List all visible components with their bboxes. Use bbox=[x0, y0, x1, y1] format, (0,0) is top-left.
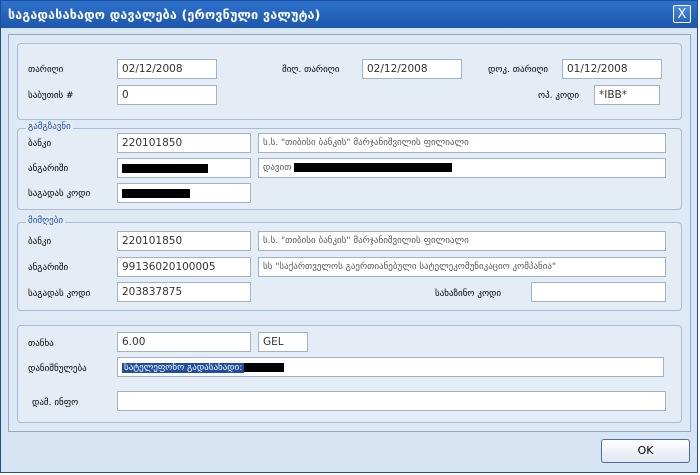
receiver-account-field[interactable]: 99136020100005 bbox=[117, 257, 251, 277]
redacted-block bbox=[122, 163, 208, 173]
close-icon: X bbox=[677, 7, 687, 22]
doc-date-label: დოკ. თარიღი bbox=[488, 65, 549, 75]
receiver-bank-label: ბანკი bbox=[28, 237, 52, 247]
purpose-field[interactable]: სატელეფონო გადასახადი: bbox=[117, 357, 664, 377]
receiver-bank-name-field[interactable]: ს.ს. "თიბისი ბანკის" მარჯანიშვილის ფილია… bbox=[258, 231, 666, 251]
title-bar[interactable]: საგადასახადო დავალება (ეროვნული ვალუტა) … bbox=[1, 1, 697, 28]
redacted-block bbox=[244, 362, 285, 372]
receiver-tax-code-label: საგადას კოდი bbox=[28, 289, 91, 299]
sender-bank-label: ბანკი bbox=[28, 139, 52, 149]
date-field[interactable]: 02/12/2008 bbox=[117, 59, 217, 79]
extra-info-label: დამ. ინფო bbox=[32, 398, 79, 408]
form-panel: თარიღი 02/12/2008 მიღ. თარიღი 02/12/2008… bbox=[8, 34, 691, 432]
receiver-bank-code-field[interactable]: 220101850 bbox=[117, 231, 251, 251]
sender-tax-code-field[interactable] bbox=[117, 183, 251, 203]
payment-group: თანხა 6.00 GEL დანიშნულება სატელეფონო გა… bbox=[17, 325, 682, 423]
sender-tax-code-label: საგადას კოდი bbox=[28, 189, 91, 199]
bank-code-field[interactable]: *IBB* bbox=[594, 85, 660, 105]
receiver-tax-code-field[interactable]: 203837875 bbox=[117, 282, 251, 302]
sender-bank-name-field[interactable]: ს.ს. "თიბისი ბანკის" მარჯანიშვილის ფილია… bbox=[258, 133, 666, 153]
receiver-legend: მიმღები bbox=[26, 216, 66, 227]
doc-number-field[interactable]: 0 bbox=[117, 85, 217, 105]
receiver-name-field[interactable]: სს "საქართველოს გაერთიანებული სატელეკომუ… bbox=[258, 257, 666, 277]
amount-label: თანხა bbox=[28, 339, 54, 349]
sender-account-label: ანგარიში bbox=[28, 164, 69, 174]
doc-date-field[interactable]: 01/12/2008 bbox=[562, 59, 662, 79]
purpose-label: დანიშნულება bbox=[28, 364, 87, 374]
redacted-block bbox=[294, 163, 453, 172]
button-bar bbox=[1, 432, 697, 472]
date-label: თარიღი bbox=[28, 65, 64, 75]
sender-name-field[interactable]: დავით bbox=[258, 158, 666, 178]
treasury-code-field[interactable] bbox=[531, 282, 666, 302]
currency-field[interactable]: GEL bbox=[258, 332, 308, 352]
extra-info-field[interactable] bbox=[117, 391, 666, 411]
header-group: თარიღი 02/12/2008 მიღ. თარიღი 02/12/2008… bbox=[17, 43, 682, 120]
bank-code-label: ოპ. კოდი bbox=[538, 91, 580, 101]
recv-date-field[interactable]: 02/12/2008 bbox=[362, 59, 462, 79]
sender-bank-code-field[interactable]: 220101850 bbox=[117, 133, 251, 153]
treasury-code-label: სახაზინო კოდი bbox=[435, 289, 502, 299]
ok-button[interactable]: OK bbox=[601, 439, 690, 463]
sender-name-prefix: დავით bbox=[263, 163, 292, 173]
purpose-selected-text: სატელეფონო გადასახადი: bbox=[122, 363, 245, 373]
sender-group: გამგზავნი ბანკი 220101850 ს.ს. "თიბისი ბ… bbox=[17, 122, 682, 210]
dialog-window: საგადასახადო დავალება (ეროვნული ვალუტა) … bbox=[0, 0, 698, 473]
receiver-account-label: ანგარიში bbox=[28, 263, 69, 273]
sender-legend: გამგზავნი bbox=[26, 122, 73, 133]
window-title: საგადასახადო დავალება (ეროვნული ვალუტა) bbox=[8, 7, 321, 22]
receiver-group: მიმღები ბანკი 220101850 ს.ს. "თიბისი ბან… bbox=[17, 216, 682, 311]
amount-field[interactable]: 6.00 bbox=[117, 332, 251, 352]
redacted-block bbox=[122, 188, 190, 198]
doc-number-label: საბუთის # bbox=[28, 91, 74, 101]
sender-account-field[interactable] bbox=[117, 158, 251, 178]
recv-date-label: მიღ. თარიღი bbox=[282, 65, 340, 75]
close-button[interactable]: X bbox=[673, 5, 691, 23]
